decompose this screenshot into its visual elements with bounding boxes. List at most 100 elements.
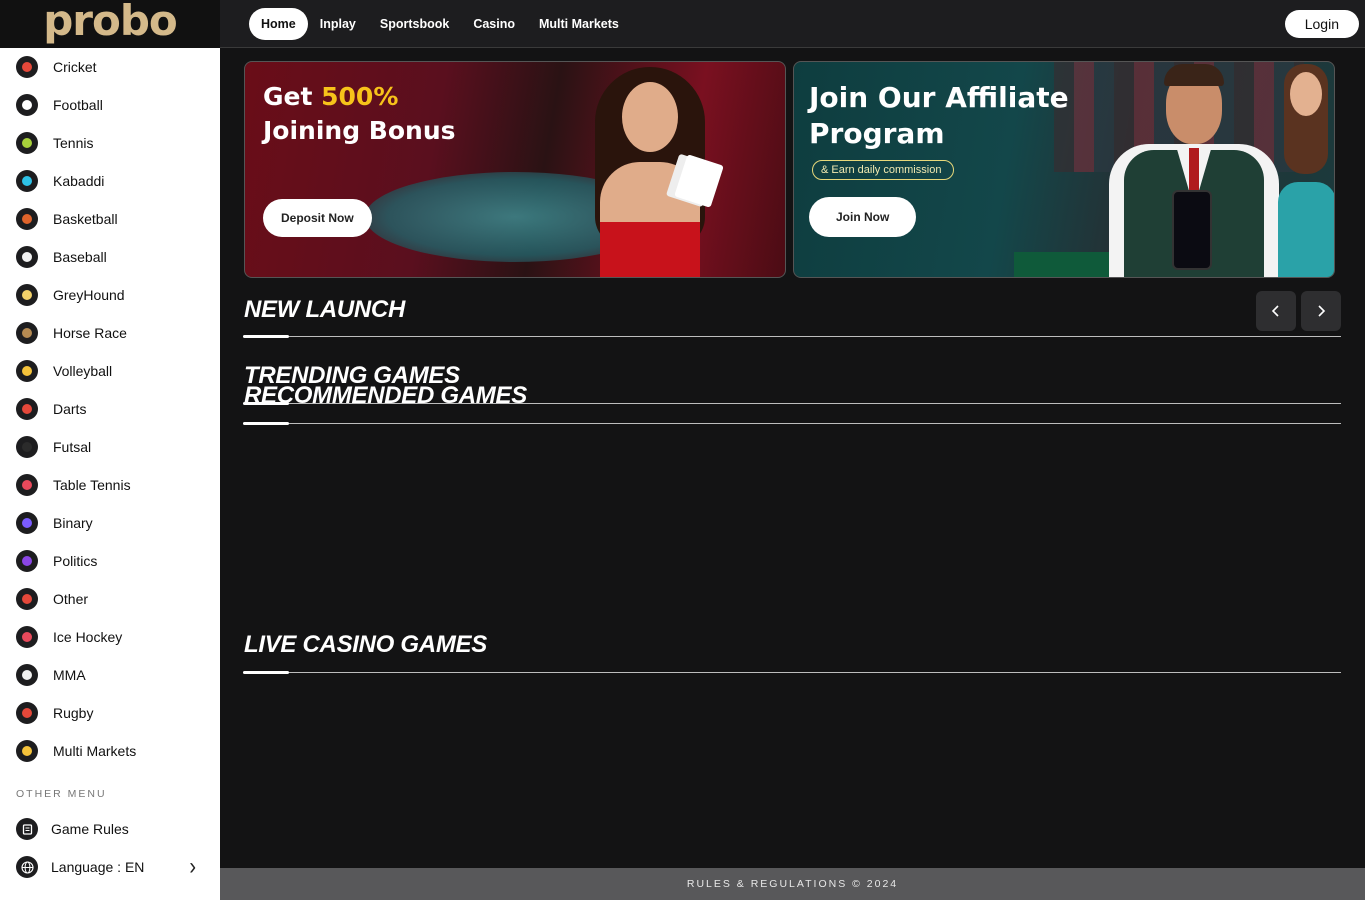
sidebar-item-horse-race[interactable]: Horse Race [0, 314, 220, 352]
sidebar-item-label: Volleyball [53, 363, 113, 379]
phone-image [1172, 190, 1212, 270]
section-divider-accent [243, 671, 289, 674]
multi-markets-icon [16, 740, 38, 762]
carousel-next-button[interactable] [1301, 291, 1341, 331]
affiliate-tag: & Earn daily commission [812, 160, 955, 180]
sidebar-item-label: Table Tennis [53, 477, 131, 493]
sidebar-item-binary[interactable]: Binary [0, 504, 220, 542]
tab-casino[interactable]: Casino [473, 17, 515, 31]
sidebar-item-baseball[interactable]: Baseball [0, 238, 220, 276]
sidebar-item-ice-hockey[interactable]: Ice Hockey [0, 618, 220, 656]
sidebar-item-language[interactable]: Language : EN › [0, 848, 220, 886]
cricket-ball-icon [16, 56, 38, 78]
sidebar-item-label: GreyHound [53, 287, 125, 303]
sidebar-item-label: Rugby [53, 705, 94, 721]
section-title-live-casino: LIVE CASINO GAMES [244, 631, 487, 658]
sidebar-item-rugby[interactable]: Rugby [0, 694, 220, 732]
sidebar-item-label: Politics [53, 553, 98, 569]
join-now-button[interactable]: Join Now [809, 197, 917, 237]
sidebar-item-mma[interactable]: MMA [0, 656, 220, 694]
sidebar-item-game-rules[interactable]: Game Rules [0, 810, 220, 848]
sidebar-item-label: Football [53, 97, 103, 113]
sidebar-item-darts[interactable]: Darts [0, 390, 220, 428]
section-divider [244, 672, 1341, 673]
ice-hockey-icon [16, 626, 38, 648]
sidebar: probo Cricket Football Tennis Kabaddi Basket… [0, 0, 220, 900]
football-icon [16, 94, 38, 116]
affiliate-title-line2: Program [809, 117, 945, 150]
sidebar-item-label: Multi Markets [53, 743, 137, 759]
chevron-right-icon[interactable]: › [189, 853, 196, 881]
top-nav: Home Inplay Sportsbook Casino Multi Mark… [220, 0, 1365, 48]
tab-inplay[interactable]: Inplay [320, 17, 356, 31]
brand-logo[interactable]: probo [43, 0, 178, 42]
tab-multi-markets[interactable]: Multi Markets [539, 17, 619, 31]
sidebar-item-multi-markets[interactable]: Multi Markets [0, 732, 220, 770]
darts-icon [16, 398, 38, 420]
kabaddi-icon [16, 170, 38, 192]
volleyball-icon [16, 360, 38, 382]
sidebar-item-label: Kabaddi [53, 173, 105, 189]
deposit-now-button[interactable]: Deposit Now [263, 199, 372, 237]
sidebar-item-label: Game Rules [51, 821, 129, 837]
binary-icon [16, 512, 38, 534]
sidebar-item-label: Baseball [53, 249, 107, 265]
footer: RULES & REGULATIONS © 2024 [220, 868, 1365, 900]
login-button[interactable]: Login [1284, 10, 1359, 38]
globe-icon [16, 856, 38, 878]
sidebar-item-politics[interactable]: Politics [0, 542, 220, 580]
game-rules-icon [16, 818, 38, 840]
joining-bonus-banner[interactable]: Get 500% Joining Bonus Deposit Now [244, 61, 786, 278]
section-divider-accent [243, 422, 289, 425]
rugby-ball-icon [16, 702, 38, 724]
sidebar-item-greyhound[interactable]: GreyHound [0, 276, 220, 314]
model-image [1274, 62, 1334, 277]
other-sport-icon [16, 588, 38, 610]
tab-home[interactable]: Home [249, 7, 308, 40]
baseball-icon [16, 246, 38, 268]
sidebar-item-football[interactable]: Football [0, 86, 220, 124]
sport-list: Cricket Football Tennis Kabaddi Basketball Ba… [0, 48, 220, 770]
sidebar-item-kabaddi[interactable]: Kabaddi [0, 162, 220, 200]
sidebar-item-futsal[interactable]: Futsal [0, 428, 220, 466]
sidebar-item-label: Futsal [53, 439, 92, 455]
tennis-ball-icon [16, 132, 38, 154]
futsal-icon [16, 436, 38, 458]
section-title-recommended: RECOMMENDED GAMES [244, 382, 527, 409]
sidebar-item-other[interactable]: Other [0, 580, 220, 618]
affiliate-title-line1: Join Our Affiliate [809, 81, 1069, 114]
section-title-new-launch: NEW LAUNCH [244, 296, 405, 323]
sidebar-item-label: Ice Hockey [53, 629, 123, 645]
affiliate-banner[interactable]: Join Our Affiliate Program & Earn daily … [793, 61, 1335, 278]
affiliate-title: Join Our Affiliate Program [809, 80, 1069, 152]
sidebar-item-label: Darts [53, 401, 87, 417]
tab-sportsbook[interactable]: Sportsbook [380, 17, 449, 31]
sidebar-item-label: Other [53, 591, 89, 607]
section-divider [244, 423, 1341, 424]
mma-icon [16, 664, 38, 686]
rules-regulations-link[interactable]: RULES & REGULATIONS © 2024 [687, 878, 898, 890]
logo-bar: probo [0, 0, 220, 48]
chevron-right-icon [1318, 305, 1326, 317]
sidebar-item-label: Binary [53, 515, 93, 531]
carousel-prev-button[interactable] [1256, 291, 1296, 331]
model-image [575, 67, 725, 277]
basketball-icon [16, 208, 38, 230]
bonus-title-prefix: Get [263, 82, 322, 111]
bonus-highlight: 500% [321, 82, 399, 111]
sidebar-item-label: Horse Race [53, 325, 127, 341]
greyhound-icon [16, 284, 38, 306]
sidebar-item-label: Basketball [53, 211, 118, 227]
sidebar-item-basketball[interactable]: Basketball [0, 200, 220, 238]
table-tennis-icon [16, 474, 38, 496]
section-divider [244, 336, 1341, 337]
chevron-left-icon [1271, 305, 1279, 317]
sidebar-item-tennis[interactable]: Tennis [0, 124, 220, 162]
bonus-title: Get 500% Joining Bonus [263, 80, 456, 148]
section-divider-accent [243, 335, 289, 338]
sidebar-item-volleyball[interactable]: Volleyball [0, 352, 220, 390]
sidebar-item-cricket[interactable]: Cricket [0, 48, 220, 86]
sidebar-item-label: Language : EN [51, 859, 145, 875]
other-menu-heading: OTHER MENU [16, 788, 107, 800]
sidebar-item-table-tennis[interactable]: Table Tennis [0, 466, 220, 504]
